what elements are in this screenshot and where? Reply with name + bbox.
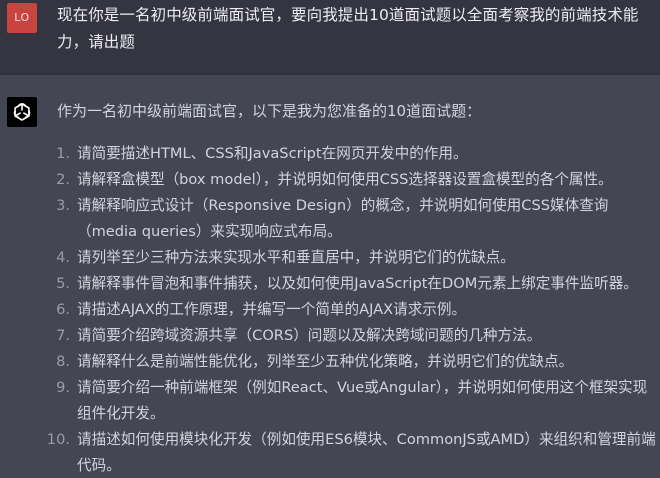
list-item-number: 6. (56, 301, 70, 318)
list-item: 10. 请描述如何使用模块化开发（例如使用ES6模块、CommonJS或AMD）… (0, 427, 660, 478)
list-item: 7. 请简要介绍跨域资源共享（CORS）问题以及解决跨域问题的几种方法。 (0, 323, 660, 349)
list-item-text: 请解释事件冒泡和事件捕获，以及如何使用JavaScript在DOM元素上绑定事件… (77, 275, 638, 292)
list-item-text: 请列举至少三种方法来实现水平和垂直居中，并说明它们的优缺点。 (77, 249, 515, 266)
list-item-number: 5. (56, 275, 70, 292)
openai-logo-icon (13, 103, 31, 121)
list-item-text: 请解释响应式设计（Responsive Design）的概念，并说明如何使用CS… (77, 197, 609, 240)
assistant-avatar (7, 97, 37, 127)
list-item-number: 10. (46, 431, 70, 448)
list-item-number: 7. (56, 327, 70, 344)
list-item: 6. 请描述AJAX的工作原理，并编写一个简单的AJAX请求示例。 (0, 297, 660, 323)
list-item: 9. 请简要介绍一种前端框架（例如React、Vue或Angular），并说明如… (0, 375, 660, 427)
list-item-text: 请简要描述HTML、CSS和JavaScript在网页开发中的作用。 (77, 145, 468, 162)
list-item-text: 请简要介绍跨域资源共享（CORS）问题以及解决跨域问题的几种方法。 (77, 327, 542, 344)
list-item-text: 请描述AJAX的工作原理，并编写一个简单的AJAX请求示例。 (77, 301, 467, 318)
list-item: 1. 请简要描述HTML、CSS和JavaScript在网页开发中的作用。 (0, 141, 660, 167)
list-item-number: 4. (56, 249, 70, 266)
assistant-message-row: 作为一名初中级前端面试官，以下是我为您准备的10道面试题： 1. 请简要描述HT… (0, 75, 660, 478)
list-item-number: 3. (56, 197, 70, 214)
list-item-number: 9. (56, 379, 70, 396)
user-avatar: LO (7, 3, 37, 33)
list-item-number: 8. (56, 353, 70, 370)
list-item: 5. 请解释事件冒泡和事件捕获，以及如何使用JavaScript在DOM元素上绑… (0, 271, 660, 297)
list-item-text: 请描述如何使用模块化开发（例如使用ES6模块、CommonJS或AMD）来组织和… (77, 431, 656, 474)
user-message-row: LO 现在你是一名初中级前端面试官，要向我提出10道面试题以全面考察我的前端技术… (0, 0, 660, 74)
question-list: 1. 请简要描述HTML、CSS和JavaScript在网页开发中的作用。 2.… (0, 141, 660, 478)
list-item: 3. 请解释响应式设计（Responsive Design）的概念，并说明如何使… (0, 193, 660, 245)
list-item-number: 1. (56, 145, 70, 162)
list-item: 8. 请解释什么是前端性能优化，列举至少五种优化策略，并说明它们的优缺点。 (0, 349, 660, 375)
list-item-text: 请简要介绍一种前端框架（例如React、Vue或Angular），并说明如何使用… (77, 379, 648, 422)
assistant-intro-text: 作为一名初中级前端面试官，以下是我为您准备的10道面试题： (57, 102, 482, 120)
list-item-number: 2. (56, 171, 70, 188)
list-item: 4. 请列举至少三种方法来实现水平和垂直居中，并说明它们的优缺点。 (0, 245, 660, 271)
list-item-text: 请解释什么是前端性能优化，列举至少五种优化策略，并说明它们的优缺点。 (77, 353, 574, 370)
list-item-text: 请解释盒模型（box model），并说明如何使用CSS选择器设置盒模型的各个属… (77, 171, 613, 188)
list-item: 2. 请解释盒模型（box model），并说明如何使用CSS选择器设置盒模型的… (0, 167, 660, 193)
user-message-text: 现在你是一名初中级前端面试官，要向我提出10道面试题以全面考察我的前端技术能力，… (57, 6, 639, 51)
